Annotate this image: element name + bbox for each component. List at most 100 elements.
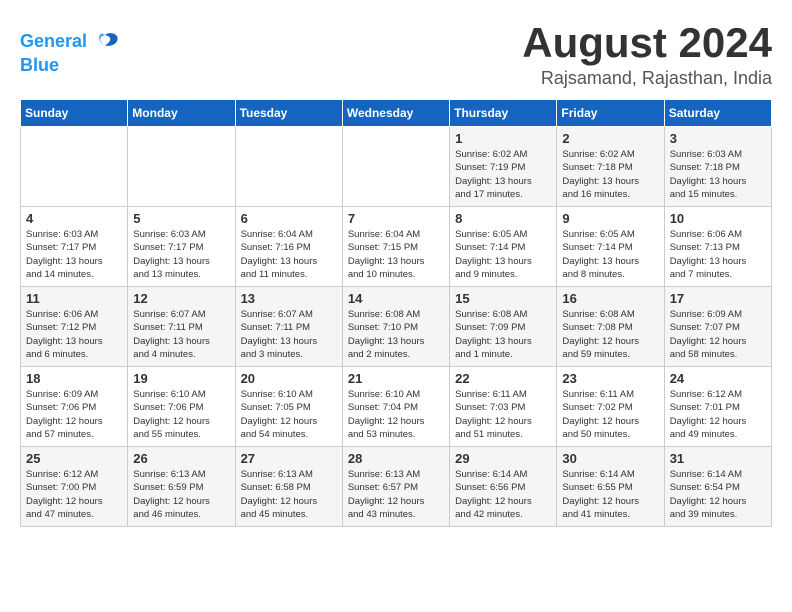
calendar-cell: 27 Sunrise: 6:13 AMSunset: 6:58 PMDayligh… <box>235 447 342 527</box>
day-number: 25 <box>26 451 122 466</box>
calendar-cell: 9 Sunrise: 6:05 AMSunset: 7:14 PMDaylight… <box>557 207 664 287</box>
page-header: General Blue August 2024 Rajsamand, Raja… <box>20 20 772 89</box>
calendar-cell: 16Sunrise: 6:08 AMSunset: 7:08 PMDayligh… <box>557 287 664 367</box>
week-row-1: 1 Sunrise: 6:02 AMSunset: 7:19 PMDaylight… <box>21 127 772 207</box>
day-number: 14 <box>348 291 444 306</box>
col-header-saturday: Saturday <box>664 100 771 127</box>
logo: General Blue <box>20 28 119 76</box>
calendar-cell: 11 Sunrise: 6:06 AMSunset: 7:12 PMDayligh… <box>21 287 128 367</box>
col-header-friday: Friday <box>557 100 664 127</box>
day-number: 11 <box>26 291 122 306</box>
day-info: Sunrise: 6:14 AMSunset: 6:55 PMDaylight:… <box>562 468 658 521</box>
calendar-cell <box>342 127 449 207</box>
calendar-cell: 6 Sunrise: 6:04 AMSunset: 7:16 PMDaylight… <box>235 207 342 287</box>
calendar-cell: 4 Sunrise: 6:03 AMSunset: 7:17 PMDaylight… <box>21 207 128 287</box>
logo-bird-icon <box>91 28 119 56</box>
day-number: 28 <box>348 451 444 466</box>
col-header-sunday: Sunday <box>21 100 128 127</box>
header-row: SundayMondayTuesdayWednesdayThursdayFrid… <box>21 100 772 127</box>
day-info: Sunrise: 6:11 AMSunset: 7:02 PMDaylight:… <box>562 388 658 441</box>
calendar-cell <box>128 127 235 207</box>
day-info: Sunrise: 6:08 AMSunset: 7:09 PMDaylight:… <box>455 308 551 361</box>
calendar-cell: 22Sunrise: 6:11 AMSunset: 7:03 PMDayligh… <box>450 367 557 447</box>
day-number: 6 <box>241 211 337 226</box>
calendar-cell: 5Sunrise: 6:03 AMSunset: 7:17 PMDaylight… <box>128 207 235 287</box>
day-number: 27 <box>241 451 337 466</box>
calendar-header: SundayMondayTuesdayWednesdayThursdayFrid… <box>21 100 772 127</box>
day-number: 7 <box>348 211 444 226</box>
calendar-cell: 14 Sunrise: 6:08 AMSunset: 7:10 PMDayligh… <box>342 287 449 367</box>
day-info: Sunrise: 6:08 AMSunset: 7:10 PMDaylight:… <box>348 308 444 361</box>
calendar-cell: 18 Sunrise: 6:09 AMSunset: 7:06 PMDayligh… <box>21 367 128 447</box>
col-header-wednesday: Wednesday <box>342 100 449 127</box>
day-number: 19 <box>133 371 229 386</box>
logo-blue: Blue <box>20 56 119 76</box>
calendar-cell <box>235 127 342 207</box>
week-row-5: 25Sunrise: 6:12 AMSunset: 7:00 PMDayligh… <box>21 447 772 527</box>
day-number: 20 <box>241 371 337 386</box>
day-info: Sunrise: 6:05 AMSunset: 7:14 PMDaylight:… <box>455 228 551 281</box>
calendar-cell <box>21 127 128 207</box>
calendar-cell: 17Sunrise: 6:09 AMSunset: 7:07 PMDayligh… <box>664 287 771 367</box>
logo-text: General <box>20 32 87 52</box>
day-info: Sunrise: 6:02 AMSunset: 7:19 PMDaylight:… <box>455 148 551 201</box>
calendar-cell: 23 Sunrise: 6:11 AMSunset: 7:02 PMDayligh… <box>557 367 664 447</box>
day-number: 29 <box>455 451 551 466</box>
day-info: Sunrise: 6:09 AMSunset: 7:06 PMDaylight:… <box>26 388 122 441</box>
day-number: 23 <box>562 371 658 386</box>
calendar-cell: 26 Sunrise: 6:13 AMSunset: 6:59 PMDayligh… <box>128 447 235 527</box>
day-number: 4 <box>26 211 122 226</box>
calendar-cell: 15 Sunrise: 6:08 AMSunset: 7:09 PMDayligh… <box>450 287 557 367</box>
day-number: 1 <box>455 131 551 146</box>
day-info: Sunrise: 6:02 AMSunset: 7:18 PMDaylight:… <box>562 148 658 201</box>
day-number: 15 <box>455 291 551 306</box>
calendar-cell: 28 Sunrise: 6:13 AMSunset: 6:57 PMDayligh… <box>342 447 449 527</box>
calendar-cell: 30Sunrise: 6:14 AMSunset: 6:55 PMDayligh… <box>557 447 664 527</box>
day-info: Sunrise: 6:03 AMSunset: 7:17 PMDaylight:… <box>133 228 229 281</box>
day-info: Sunrise: 6:10 AMSunset: 7:05 PMDaylight:… <box>241 388 337 441</box>
col-header-monday: Monday <box>128 100 235 127</box>
day-number: 26 <box>133 451 229 466</box>
logo-general: General <box>20 31 87 51</box>
calendar-body: 1 Sunrise: 6:02 AMSunset: 7:19 PMDaylight… <box>21 127 772 527</box>
day-info: Sunrise: 6:10 AMSunset: 7:04 PMDaylight:… <box>348 388 444 441</box>
col-header-thursday: Thursday <box>450 100 557 127</box>
calendar-cell: 7Sunrise: 6:04 AMSunset: 7:15 PMDaylight… <box>342 207 449 287</box>
day-number: 12 <box>133 291 229 306</box>
day-number: 3 <box>670 131 766 146</box>
day-number: 24 <box>670 371 766 386</box>
day-info: Sunrise: 6:05 AMSunset: 7:14 PMDaylight:… <box>562 228 658 281</box>
day-info: Sunrise: 6:13 AMSunset: 6:59 PMDaylight:… <box>133 468 229 521</box>
day-info: Sunrise: 6:06 AMSunset: 7:12 PMDaylight:… <box>26 308 122 361</box>
day-info: Sunrise: 6:09 AMSunset: 7:07 PMDaylight:… <box>670 308 766 361</box>
calendar-cell: 8Sunrise: 6:05 AMSunset: 7:14 PMDaylight… <box>450 207 557 287</box>
calendar-cell: 2 Sunrise: 6:02 AMSunset: 7:18 PMDaylight… <box>557 127 664 207</box>
day-info: Sunrise: 6:07 AMSunset: 7:11 PMDaylight:… <box>133 308 229 361</box>
location: Rajsamand, Rajasthan, India <box>522 68 772 89</box>
calendar-cell: 19 Sunrise: 6:10 AMSunset: 7:06 PMDayligh… <box>128 367 235 447</box>
week-row-3: 11 Sunrise: 6:06 AMSunset: 7:12 PMDayligh… <box>21 287 772 367</box>
title-block: August 2024 Rajsamand, Rajasthan, India <box>522 20 772 89</box>
day-info: Sunrise: 6:03 AMSunset: 7:17 PMDaylight:… <box>26 228 122 281</box>
calendar-cell: 21 Sunrise: 6:10 AMSunset: 7:04 PMDayligh… <box>342 367 449 447</box>
calendar-cell: 31Sunrise: 6:14 AMSunset: 6:54 PMDayligh… <box>664 447 771 527</box>
day-number: 16 <box>562 291 658 306</box>
day-info: Sunrise: 6:13 AMSunset: 6:58 PMDaylight:… <box>241 468 337 521</box>
day-info: Sunrise: 6:13 AMSunset: 6:57 PMDaylight:… <box>348 468 444 521</box>
calendar-cell: 29Sunrise: 6:14 AMSunset: 6:56 PMDayligh… <box>450 447 557 527</box>
week-row-2: 4 Sunrise: 6:03 AMSunset: 7:17 PMDaylight… <box>21 207 772 287</box>
calendar-cell: 24Sunrise: 6:12 AMSunset: 7:01 PMDayligh… <box>664 367 771 447</box>
day-number: 21 <box>348 371 444 386</box>
calendar-cell: 1 Sunrise: 6:02 AMSunset: 7:19 PMDaylight… <box>450 127 557 207</box>
day-number: 9 <box>562 211 658 226</box>
day-info: Sunrise: 6:04 AMSunset: 7:16 PMDaylight:… <box>241 228 337 281</box>
calendar-cell: 3Sunrise: 6:03 AMSunset: 7:18 PMDaylight… <box>664 127 771 207</box>
day-number: 2 <box>562 131 658 146</box>
day-info: Sunrise: 6:06 AMSunset: 7:13 PMDaylight:… <box>670 228 766 281</box>
day-info: Sunrise: 6:07 AMSunset: 7:11 PMDaylight:… <box>241 308 337 361</box>
day-info: Sunrise: 6:14 AMSunset: 6:54 PMDaylight:… <box>670 468 766 521</box>
day-info: Sunrise: 6:10 AMSunset: 7:06 PMDaylight:… <box>133 388 229 441</box>
calendar-cell: 10 Sunrise: 6:06 AMSunset: 7:13 PMDayligh… <box>664 207 771 287</box>
day-number: 10 <box>670 211 766 226</box>
day-number: 18 <box>26 371 122 386</box>
